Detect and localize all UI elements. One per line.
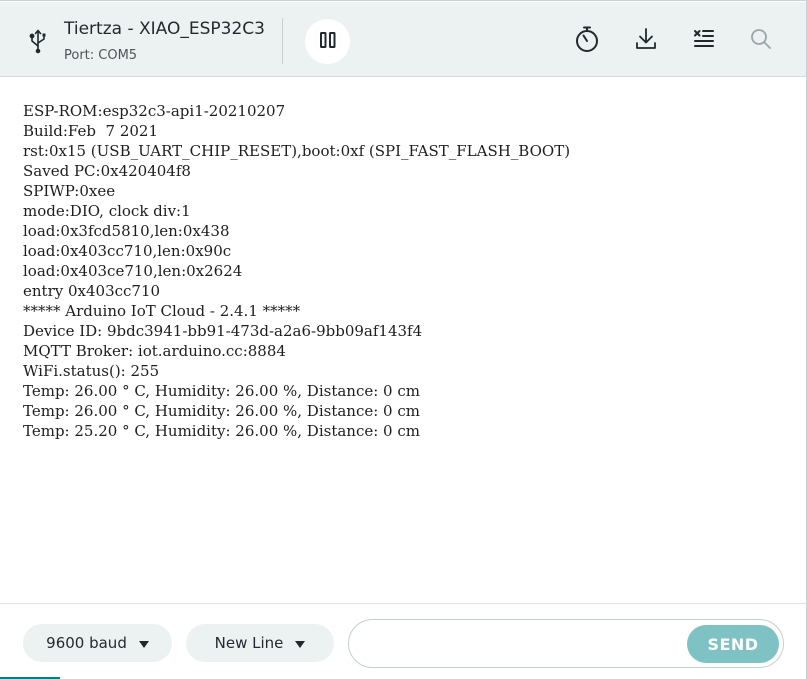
download-output-button[interactable] xyxy=(631,26,661,56)
board-name: Tiertza - XIAO_ESP32C3 xyxy=(64,19,265,39)
log-line: mode:DIO, clock div:1 xyxy=(23,202,191,220)
pause-icon xyxy=(319,31,337,52)
clear-output-button[interactable] xyxy=(689,26,719,56)
log-line: ***** Arduino IoT Cloud - 2.4.1 ***** xyxy=(23,302,301,320)
caret-down-icon xyxy=(138,640,149,648)
log-line: load:0x403ce710,len:0x2624 xyxy=(23,262,243,280)
search-button[interactable] xyxy=(746,26,776,56)
message-input[interactable] xyxy=(363,629,683,659)
header-bar: Tiertza - XIAO_ESP32C3 Port: COM5 xyxy=(0,2,806,77)
log-line: load:0x3fcd5810,len:0x438 xyxy=(23,222,230,240)
log-line: entry 0x403cc710 xyxy=(23,282,161,300)
toggle-timestamp-button[interactable] xyxy=(572,26,602,56)
message-input-wrapper: SEND xyxy=(348,619,784,668)
stopwatch-icon xyxy=(573,25,601,57)
pause-button[interactable] xyxy=(305,19,350,64)
caret-down-icon xyxy=(295,640,306,648)
send-button[interactable]: SEND xyxy=(687,625,779,663)
download-icon xyxy=(634,27,658,55)
log-line: MQTT Broker: iot.arduino.cc:8884 xyxy=(23,342,286,360)
line-ending-value: New Line xyxy=(214,634,284,652)
serial-output-panel[interactable]: ESP-ROM:esp32c3-api1-20210207 Build:Feb 7… xyxy=(0,78,806,603)
serial-monitor-window: Tiertza - XIAO_ESP32C3 Port: COM5 ESP-RO… xyxy=(0,0,807,679)
log-line: SPIWP:0xee xyxy=(23,182,116,200)
log-line: Build:Feb 7 2021 xyxy=(23,122,159,140)
search-icon xyxy=(750,28,772,54)
line-ending-select[interactable]: New Line xyxy=(186,624,334,662)
baud-rate-select[interactable]: 9600 baud xyxy=(23,624,172,662)
log-line: Temp: 26.00 ° C, Humidity: 26.00 %, Dist… xyxy=(23,402,420,420)
clear-output-icon xyxy=(692,27,716,55)
log-line: Temp: 25.20 ° C, Humidity: 26.00 %, Dist… xyxy=(23,422,420,440)
log-line: WiFi.status(): 255 xyxy=(23,362,160,380)
serial-log: ESP-ROM:esp32c3-api1-20210207 Build:Feb 7… xyxy=(23,101,570,441)
header-divider xyxy=(282,18,283,64)
port-label: Port: COM5 xyxy=(64,48,138,63)
baud-rate-value: 9600 baud xyxy=(46,634,127,652)
footer-bar: 9600 baud New Line SEND xyxy=(0,603,806,679)
log-line: Temp: 26.00 ° C, Humidity: 26.00 %, Dist… xyxy=(23,382,420,400)
log-line: load:0x403cc710,len:0x90c xyxy=(23,242,232,260)
log-line: Saved PC:0x420404f8 xyxy=(23,162,191,180)
log-line: Device ID: 9bdc3941-bb91-473d-a2a6-9bb09… xyxy=(23,322,423,340)
usb-icon xyxy=(27,28,49,54)
log-line: rst:0x15 (USB_UART_CHIP_RESET),boot:0xf … xyxy=(23,142,571,160)
log-line: ESP-ROM:esp32c3-api1-20210207 xyxy=(23,102,286,120)
